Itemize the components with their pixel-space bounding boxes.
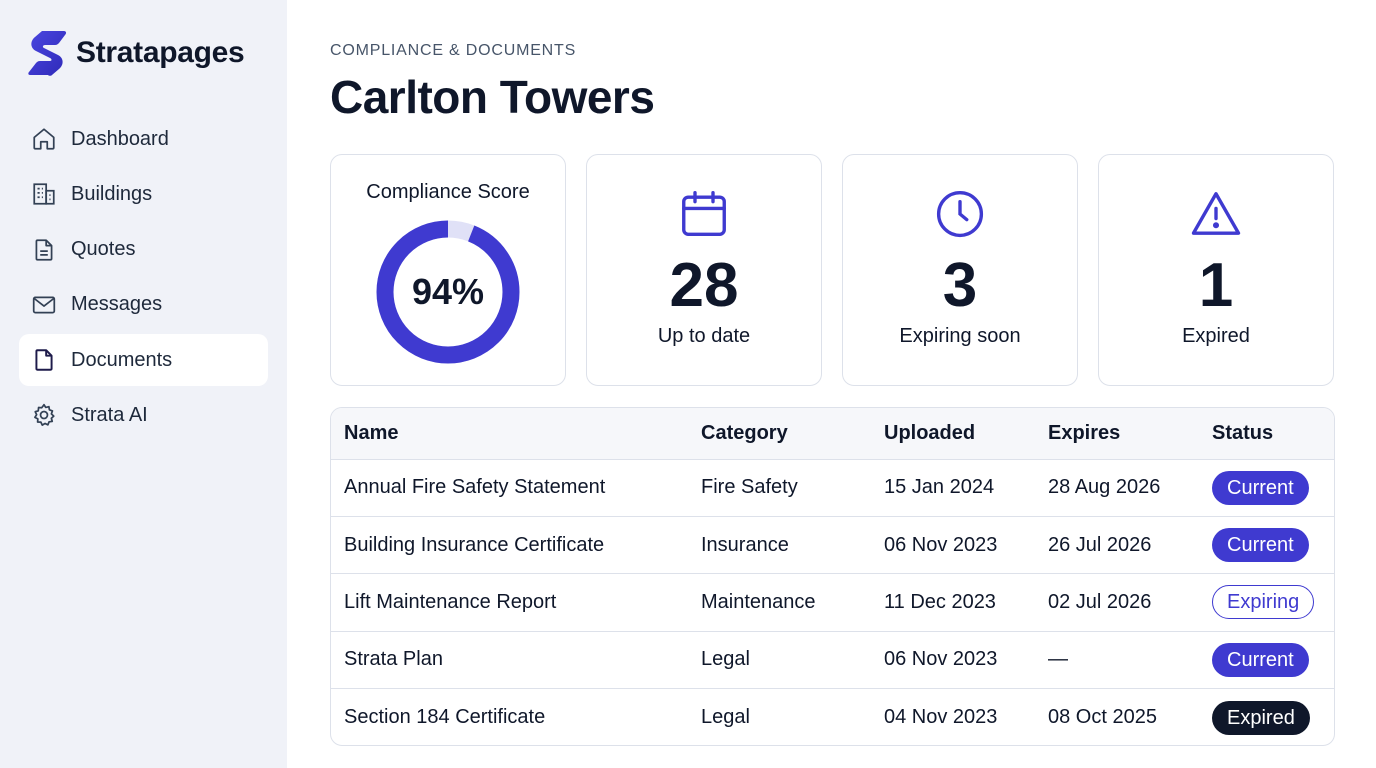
status-badge: Expired bbox=[1212, 700, 1310, 735]
cell-expires: 08 Oct 2025 bbox=[1048, 706, 1157, 728]
table-row[interactable]: Section 184 Certificate Legal 04 Nov 202… bbox=[331, 688, 1334, 745]
column-header-status[interactable]: Status bbox=[1199, 408, 1334, 459]
sidebar-nav: Dashboard Buildings Quotes Messages Docu… bbox=[19, 113, 268, 445]
cell-category: Legal bbox=[701, 706, 750, 728]
cell-category: Fire Safety bbox=[701, 476, 798, 499]
cell-expires: 02 Jul 2026 bbox=[1048, 590, 1152, 613]
compliance-score-title: Compliance Score bbox=[366, 181, 530, 203]
status-badge: Current bbox=[1212, 470, 1309, 505]
sidebar-item-messages[interactable]: Messages bbox=[19, 279, 268, 331]
sidebar-item-buildings[interactable]: Buildings bbox=[19, 168, 268, 220]
brand[interactable]: Stratapages bbox=[28, 28, 245, 78]
brand-name: Stratapages bbox=[76, 36, 245, 69]
sidebar-item-label: Documents bbox=[71, 348, 173, 371]
up-to-date-label: Up to date bbox=[657, 325, 751, 347]
column-header-expires[interactable]: Expires bbox=[1035, 408, 1199, 459]
table-header-row: Name Category Uploaded Expires Status bbox=[331, 408, 1334, 459]
sidebar: Stratapages Dashboard Buildings Quotes M… bbox=[0, 0, 287, 768]
table-row[interactable]: Strata Plan Legal 06 Nov 2023 — Current bbox=[331, 631, 1334, 688]
table-row[interactable]: Building Insurance Certificate Insurance… bbox=[331, 516, 1334, 573]
gear-icon bbox=[31, 402, 57, 428]
table-row[interactable]: Annual Fire Safety Statement Fire Safety… bbox=[331, 459, 1334, 516]
sidebar-item-documents[interactable]: Documents bbox=[19, 334, 268, 387]
compliance-score-value: 94% bbox=[411, 271, 485, 312]
expiring-soon-card: 3 Expiring soon bbox=[842, 154, 1078, 386]
column-header-category[interactable]: Category bbox=[688, 408, 871, 459]
sidebar-item-label: Quotes bbox=[71, 238, 136, 261]
sidebar-item-label: Messages bbox=[71, 293, 163, 316]
expiring-soon-count: 3 bbox=[942, 251, 978, 320]
status-badge: Expiring bbox=[1212, 585, 1315, 620]
sidebar-item-quotes[interactable]: Quotes bbox=[19, 224, 268, 276]
cell-category: Maintenance bbox=[701, 590, 816, 613]
cell-name: Building Insurance Certificate bbox=[344, 533, 605, 556]
sidebar-item-strata-ai[interactable]: Strata AI bbox=[19, 389, 268, 441]
status-badge: Current bbox=[1212, 642, 1309, 677]
cell-name: Strata Plan bbox=[344, 648, 443, 671]
cell-expires: — bbox=[1048, 648, 1068, 671]
cell-expires: 26 Jul 2026 bbox=[1048, 533, 1152, 556]
cell-uploaded: 15 Jan 2024 bbox=[884, 476, 995, 499]
home-icon bbox=[31, 126, 57, 152]
summary-cards: Compliance Score 94% 28 Up to date 3 Exp… bbox=[330, 154, 1335, 386]
document-text-icon bbox=[31, 237, 57, 263]
warning-icon bbox=[1189, 187, 1243, 241]
mail-icon bbox=[31, 292, 57, 318]
cell-uploaded: 04 Nov 2023 bbox=[884, 706, 998, 728]
sidebar-item-dashboard[interactable]: Dashboard bbox=[19, 113, 268, 165]
cell-category: Insurance bbox=[701, 533, 789, 556]
calendar-icon bbox=[677, 187, 731, 241]
cell-name: Annual Fire Safety Statement bbox=[344, 476, 606, 499]
building-icon bbox=[31, 181, 57, 207]
sidebar-item-label: Buildings bbox=[71, 182, 153, 205]
section-eyebrow: COMPLIANCE & DOCUMENTS bbox=[330, 42, 577, 59]
column-header-name[interactable]: Name bbox=[331, 408, 688, 459]
status-badge: Current bbox=[1212, 528, 1309, 563]
cell-category: Legal bbox=[701, 648, 750, 671]
expired-count: 1 bbox=[1198, 251, 1234, 320]
compliance-score-donut: 94% bbox=[374, 218, 522, 366]
up-to-date-count: 28 bbox=[669, 251, 739, 320]
file-icon bbox=[31, 347, 57, 373]
cell-name: Section 184 Certificate bbox=[344, 706, 546, 728]
up-to-date-card: 28 Up to date bbox=[586, 154, 822, 386]
expiring-soon-label: Expiring soon bbox=[899, 325, 1021, 347]
sidebar-item-label: Strata AI bbox=[71, 403, 148, 426]
cell-expires: 28 Aug 2026 bbox=[1048, 476, 1161, 499]
sidebar-item-label: Dashboard bbox=[71, 127, 169, 150]
page-title: Carlton Towers bbox=[330, 71, 655, 123]
expired-card: 1 Expired bbox=[1098, 154, 1334, 386]
documents-table: Name Category Uploaded Expires Status An… bbox=[330, 407, 1335, 746]
clock-icon bbox=[933, 187, 987, 241]
cell-uploaded: 11 Dec 2023 bbox=[884, 590, 996, 613]
column-header-uploaded[interactable]: Uploaded bbox=[871, 408, 1035, 459]
expired-label: Expired bbox=[1182, 325, 1250, 347]
stratapages-logo-icon bbox=[28, 31, 67, 76]
compliance-score-card: Compliance Score 94% bbox=[330, 154, 566, 386]
cell-uploaded: 06 Nov 2023 bbox=[884, 533, 998, 556]
cell-name: Lift Maintenance Report bbox=[344, 590, 557, 613]
cell-uploaded: 06 Nov 2023 bbox=[884, 648, 998, 671]
table-row[interactable]: Lift Maintenance Report Maintenance 11 D… bbox=[331, 573, 1334, 631]
